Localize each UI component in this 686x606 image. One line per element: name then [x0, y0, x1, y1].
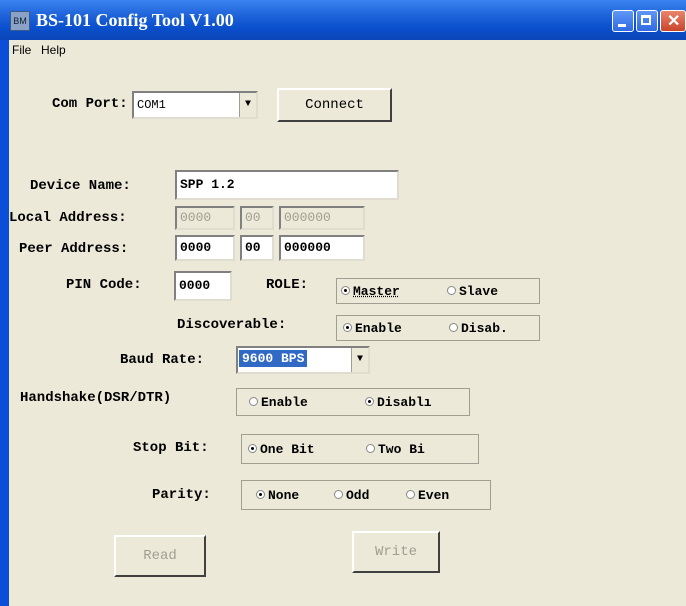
- app-icon: BM: [10, 11, 30, 31]
- role-slave-radio[interactable]: Slave: [447, 284, 498, 299]
- role-master-label: Master: [353, 284, 400, 299]
- stop-bit-two-radio[interactable]: Two Bi: [366, 442, 425, 457]
- local-address-part3: 000000: [279, 206, 365, 230]
- maximize-button[interactable]: [636, 10, 658, 32]
- com-port-select[interactable]: COM1 ▼: [132, 91, 258, 119]
- discoverable-group: Enable Disab.: [336, 315, 540, 341]
- discoverable-label: Discoverable:: [177, 317, 287, 333]
- parity-label: Parity:: [152, 487, 211, 503]
- handshake-label: Handshake(DSR/DTR): [20, 390, 172, 406]
- radio-unselected-icon: [447, 286, 456, 296]
- radio-selected-icon: [365, 397, 374, 407]
- pin-code-label: PIN Code:: [66, 277, 142, 293]
- parity-even-label: Even: [418, 488, 450, 503]
- peer-address-part2[interactable]: 00: [240, 235, 274, 261]
- parity-none-radio[interactable]: None: [256, 488, 299, 503]
- write-button[interactable]: Write: [352, 531, 440, 573]
- radio-selected-icon: [343, 323, 352, 333]
- chevron-down-icon[interactable]: ▼: [351, 348, 368, 372]
- minimize-button[interactable]: [612, 10, 634, 32]
- menu-file[interactable]: File: [12, 43, 31, 57]
- com-port-value: COM1: [137, 98, 166, 112]
- menu-bar: File Help: [9, 40, 686, 60]
- pin-code-field[interactable]: 0000: [174, 271, 232, 301]
- handshake-disable-radio[interactable]: Disablı: [365, 395, 432, 410]
- title-bar[interactable]: BM BS-101 Config Tool V1.00 ✕: [0, 0, 686, 40]
- radio-selected-icon: [341, 286, 350, 296]
- config-panel: Com Port: COM1 ▼ Connect Device Name: SP…: [9, 60, 686, 606]
- radio-unselected-icon: [366, 444, 375, 454]
- local-address-part2: 00: [240, 206, 274, 230]
- close-icon: ✕: [667, 13, 681, 30]
- role-label: ROLE:: [266, 277, 309, 293]
- radio-unselected-icon: [449, 323, 458, 333]
- stop-bit-group: One Bit Two Bi: [241, 434, 479, 464]
- stop-bit-one-label: One Bit: [260, 442, 315, 457]
- window-border: [0, 40, 9, 606]
- role-slave-label: Slave: [459, 284, 499, 299]
- radio-selected-icon: [256, 490, 265, 500]
- parity-odd-label: Odd: [346, 488, 370, 503]
- handshake-enable-radio[interactable]: Enable: [249, 395, 308, 410]
- maximize-icon: [641, 15, 651, 25]
- discoverable-enable-label: Enable: [355, 321, 402, 336]
- menu-help[interactable]: Help: [41, 43, 66, 57]
- handshake-group: Enable Disablı: [236, 388, 470, 416]
- peer-address-label: Peer Address:: [19, 241, 129, 257]
- peer-address-part3[interactable]: 000000: [279, 235, 365, 261]
- peer-address-part1[interactable]: 0000: [175, 235, 235, 261]
- handshake-enable-label: Enable: [261, 395, 308, 410]
- read-button[interactable]: Read: [114, 535, 206, 577]
- local-address-part1: 0000: [175, 206, 235, 230]
- discoverable-disable-label: Disab.: [461, 321, 508, 336]
- role-master-radio[interactable]: Master: [341, 284, 400, 299]
- parity-odd-radio[interactable]: Odd: [334, 488, 369, 503]
- discoverable-enable-radio[interactable]: Enable: [343, 321, 402, 336]
- window-title: BS-101 Config Tool V1.00: [36, 10, 234, 30]
- chevron-down-icon[interactable]: ▼: [239, 93, 256, 117]
- stop-bit-one-radio[interactable]: One Bit: [248, 442, 315, 457]
- radio-unselected-icon: [406, 490, 415, 500]
- baud-rate-select[interactable]: 9600 BPS ▼: [236, 346, 370, 374]
- stop-bit-two-label: Two Bi: [378, 442, 425, 457]
- close-button[interactable]: ✕: [660, 10, 686, 32]
- role-group: Master Slave: [336, 278, 540, 304]
- handshake-disable-label: Disablı: [377, 395, 432, 410]
- local-address-label: Local Address:: [9, 210, 127, 226]
- minimize-icon: [618, 24, 626, 27]
- baud-rate-value: 9600 BPS: [239, 350, 308, 367]
- app-window: BM BS-101 Config Tool V1.00 ✕ File Help …: [0, 0, 686, 606]
- device-name-label: Device Name:: [30, 178, 131, 194]
- discoverable-disable-radio[interactable]: Disab.: [449, 321, 508, 336]
- device-name-field[interactable]: SPP 1.2: [175, 170, 399, 200]
- connect-button[interactable]: Connect: [277, 88, 392, 122]
- baud-rate-label: Baud Rate:: [120, 352, 205, 368]
- parity-none-label: None: [268, 488, 300, 503]
- radio-unselected-icon: [334, 490, 343, 500]
- com-port-label: Com Port:: [52, 96, 128, 112]
- stop-bit-label: Stop Bit:: [133, 440, 209, 456]
- parity-even-radio[interactable]: Even: [406, 488, 449, 503]
- radio-selected-icon: [248, 444, 257, 454]
- radio-unselected-icon: [249, 397, 258, 407]
- parity-group: None Odd Even: [241, 480, 491, 510]
